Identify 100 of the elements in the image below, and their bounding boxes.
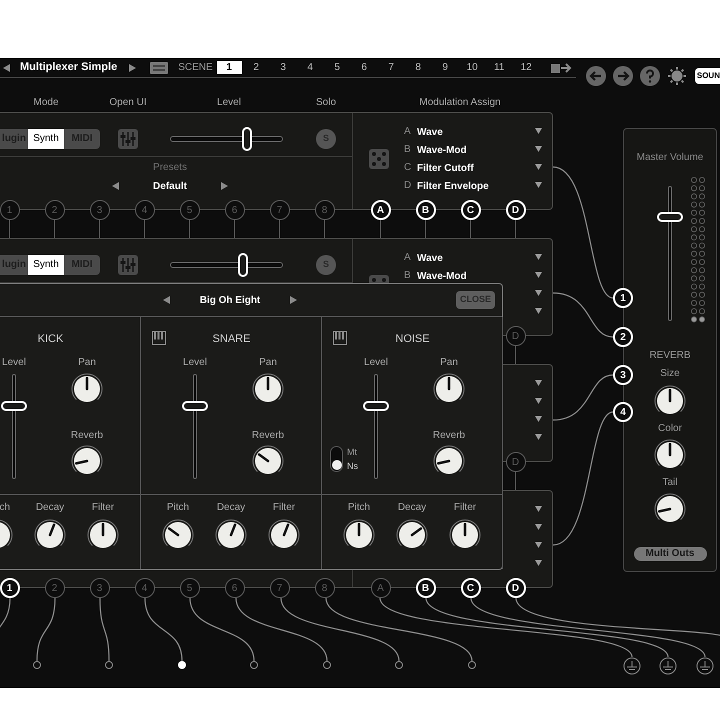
scene-tab[interactable]: 4 [298, 61, 323, 74]
port[interactable]: 2 [613, 327, 633, 347]
assign-target[interactable]: Wave-Mod [417, 271, 467, 282]
fader-thumb[interactable] [363, 400, 389, 410]
knob-label: Color [658, 423, 682, 435]
output-jack-icon[interactable] [623, 657, 641, 675]
presets-label: Presets [153, 160, 187, 174]
assign-target[interactable]: Wave-Mod [417, 145, 467, 156]
caret-icon[interactable] [535, 164, 542, 170]
knob-label: Pitch [348, 502, 370, 514]
next-kit-icon[interactable] [290, 296, 298, 304]
caret-icon[interactable] [535, 416, 542, 422]
fader-label: Level [2, 357, 26, 369]
fader[interactable] [363, 374, 389, 479]
caret-icon[interactable] [535, 128, 542, 134]
assign-letter: D [404, 178, 412, 192]
fader[interactable] [182, 374, 208, 479]
output-node[interactable] [105, 661, 113, 669]
fader-label: Level [364, 357, 388, 369]
fader[interactable] [1, 374, 27, 479]
slider-thumb[interactable] [238, 252, 248, 276]
knob-label: Pan [259, 357, 277, 369]
sun-icon[interactable] [666, 66, 687, 86]
patch-title[interactable]: Multiplexer Simple [20, 59, 118, 76]
caret-icon[interactable] [535, 398, 542, 404]
caret-icon[interactable] [535, 542, 542, 548]
caret-icon[interactable] [535, 560, 542, 566]
fader[interactable] [657, 186, 683, 321]
preset-name[interactable]: Default [153, 178, 187, 194]
piano-keys-icon [333, 331, 347, 345]
slider-thumb[interactable] [242, 126, 252, 150]
multi-outs-button[interactable]: Multi Outs [634, 547, 706, 561]
output-node[interactable] [178, 661, 186, 669]
caret-icon[interactable] [535, 254, 542, 260]
output-node[interactable] [395, 661, 403, 669]
assign-target[interactable]: Filter Envelope [417, 181, 489, 192]
forward-icon[interactable] [612, 66, 633, 86]
column-header: Level [217, 96, 241, 110]
output-jack-icon[interactable] [659, 657, 677, 675]
assign-letter: B [404, 268, 412, 282]
next-preset-icon[interactable] [220, 182, 228, 190]
export-arrow-icon[interactable] [550, 62, 573, 74]
kit-name[interactable]: Big Oh Eight [200, 292, 260, 308]
assign-letter: B [404, 142, 412, 156]
previous-preset-icon[interactable] [112, 182, 120, 190]
caret-icon[interactable] [535, 290, 542, 296]
fader-thumb[interactable] [657, 212, 683, 222]
mode-option[interactable]: Synth [28, 128, 64, 148]
assign-target[interactable]: Wave [417, 127, 443, 138]
output-node[interactable] [33, 661, 41, 669]
keyboard-icon[interactable] [150, 62, 168, 74]
knob-label: ch [0, 502, 11, 514]
port[interactable]: 1 [613, 288, 633, 308]
caret-icon[interactable] [535, 272, 542, 278]
caret-icon[interactable] [535, 506, 542, 512]
scene-tab[interactable]: 6 [352, 61, 377, 74]
toggle-switch[interactable] [330, 446, 343, 472]
caret-icon[interactable] [535, 308, 542, 314]
previous-icon[interactable] [3, 64, 10, 72]
scene-tab[interactable]: 7 [378, 61, 404, 74]
assign-target[interactable]: Wave [417, 253, 443, 264]
assign-target[interactable]: Filter Cutoff [417, 163, 474, 174]
knob-label: Decay [36, 502, 64, 514]
knob-label: Reverb [252, 430, 284, 442]
scene-tab[interactable]: 12 [514, 61, 539, 74]
caret-icon[interactable] [535, 380, 542, 386]
help-icon[interactable] [640, 66, 660, 86]
fader-thumb[interactable] [1, 400, 27, 410]
scene-tab[interactable]: 9 [432, 61, 458, 74]
scene-tab[interactable]: 10 [460, 61, 485, 74]
scene-tab[interactable]: 1 [216, 61, 242, 74]
previous-kit-icon[interactable] [162, 296, 170, 304]
fader-thumb[interactable] [182, 400, 208, 410]
sound-button[interactable]: SOUN [694, 68, 720, 84]
port[interactable]: 4 [613, 402, 633, 422]
scene-tab[interactable]: 3 [270, 61, 296, 74]
knob-label: Decay [216, 502, 246, 514]
caret-icon[interactable] [535, 434, 542, 440]
scene-tab[interactable]: 11 [486, 61, 512, 74]
knob-label: Reverb [70, 430, 104, 442]
mode-option[interactable]: Synth [28, 254, 64, 274]
sliders-icon[interactable] [118, 128, 138, 148]
port[interactable]: 3 [613, 365, 633, 385]
scene-tab[interactable]: 2 [244, 61, 269, 74]
caret-icon[interactable] [535, 524, 542, 530]
scene-label: SCENE [178, 61, 213, 75]
next-icon[interactable] [129, 64, 136, 72]
output-node[interactable] [468, 661, 476, 669]
level-slider[interactable] [170, 252, 283, 276]
output-jack-icon[interactable] [696, 657, 714, 675]
back-icon[interactable] [586, 66, 606, 86]
output-node[interactable] [323, 661, 331, 669]
scene-tab[interactable]: 8 [406, 61, 431, 74]
scene-tab[interactable]: 5 [324, 61, 350, 74]
level-slider[interactable] [170, 126, 283, 150]
knob-label: Decay [398, 502, 426, 514]
sliders-icon[interactable] [118, 254, 138, 274]
caret-icon[interactable] [535, 182, 542, 188]
output-node[interactable] [250, 661, 258, 669]
caret-icon[interactable] [535, 146, 542, 152]
